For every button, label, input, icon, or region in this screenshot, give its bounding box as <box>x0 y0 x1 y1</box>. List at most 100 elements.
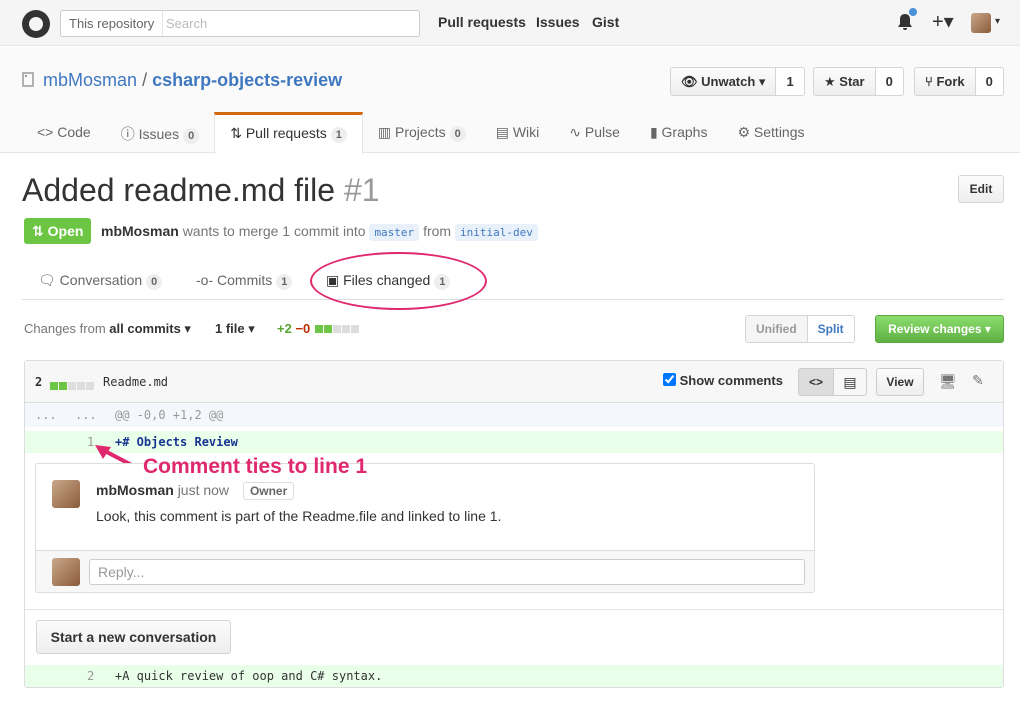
edit-button[interactable]: Edit <box>958 175 1004 203</box>
nav-issues[interactable]: Issues <box>536 14 580 30</box>
issue-icon: ⓘ <box>120 126 135 142</box>
file-diff: 2 Readme.md Show comments <> ▤ View 🖥 ✎ … <box>24 360 1004 688</box>
repo-icon <box>22 72 34 87</box>
show-comments-toggle[interactable]: Show comments <box>663 373 783 388</box>
notifications-bell-icon[interactable] <box>897 8 917 31</box>
unified-button[interactable]: Unified <box>745 315 808 343</box>
tab-commits[interactable]: -o- Commits 1 <box>196 272 293 290</box>
issues-count: 0 <box>183 128 200 144</box>
reply-input[interactable]: Reply... <box>89 559 805 585</box>
reply-area: Reply... <box>36 550 814 592</box>
tab-issues[interactable]: ⓘ Issues 0 <box>106 112 214 154</box>
star-button[interactable]: ★ Star <box>813 67 876 96</box>
tab-conversation[interactable]: 🗨 Conversation 0 <box>38 272 163 290</box>
search-scope-label: This repository <box>61 11 164 36</box>
tab-code[interactable]: <> Code <box>22 112 106 154</box>
pr-number: #1 <box>343 172 380 208</box>
gear-icon: ⚙ <box>737 124 751 140</box>
pulse-icon: ∿ <box>569 124 582 140</box>
line-code-2: +A quick review of oop and C# syntax. <box>115 669 383 683</box>
nav-pull-requests[interactable]: Pull requests <box>438 14 526 30</box>
diff-line-2: 2 +A quick review of oop and C# syntax. <box>25 665 1003 687</box>
additions-count: +2 <box>277 321 292 336</box>
pull-requests-count: 1 <box>330 127 347 143</box>
pr-author[interactable]: mbMosman <box>101 223 179 239</box>
global-header: This repository Search Pull requests Iss… <box>0 0 1020 46</box>
pr-title: Added readme.md file #1 <box>22 172 380 208</box>
tab-projects[interactable]: ▥ Projects 0 <box>363 112 481 154</box>
unwatch-group: 👁 Unwatch ▾ 1 <box>670 67 805 96</box>
reply-avatar <box>52 558 80 586</box>
thread-separator <box>25 609 1003 610</box>
split-button[interactable]: Split <box>807 315 855 343</box>
pr-tabs: 🗨 Conversation 0 -o- Commits 1 ▣ Files cha… <box>22 260 1004 300</box>
star-group: ★ Star 0 <box>813 67 904 96</box>
comment-header: mbMosman just now Owner <box>96 482 295 500</box>
tab-wiki[interactable]: ▤ Wiki <box>481 112 555 154</box>
highlight-circle-annotation <box>310 252 487 310</box>
github-logo-icon[interactable] <box>22 10 50 38</box>
repo-owner-link[interactable]: mbMosman <box>43 70 137 90</box>
tab-pulse[interactable]: ∿ Pulse <box>554 112 635 154</box>
fork-icon: ⑂ <box>925 74 933 89</box>
fork-group: ⑂ Fork 0 <box>914 67 1004 96</box>
watch-count[interactable]: 1 <box>776 67 805 96</box>
head-branch[interactable]: initial-dev <box>454 224 538 241</box>
file-change-count: 2 <box>35 375 43 389</box>
tab-graphs[interactable]: ▮ Graphs <box>635 112 723 154</box>
file-header: 2 Readme.md Show comments <> ▤ View 🖥 ✎ <box>25 361 1003 403</box>
file-name[interactable]: Readme.md <box>103 375 168 389</box>
owner-badge: Owner <box>242 482 295 500</box>
source-diff-button[interactable]: <> <box>798 368 834 396</box>
code-icon: <> <box>37 124 54 140</box>
file-count-selector[interactable]: 1 file ▾ <box>215 321 255 337</box>
avatar-caret-icon[interactable]: ▾ <box>995 16 1000 27</box>
repo-title: mbMosman / csharp-objects-review <box>22 70 342 91</box>
file-diff-stat <box>49 377 94 393</box>
rich-diff-button[interactable]: ▤ <box>833 368 867 396</box>
book-icon: ▤ <box>495 124 509 140</box>
repo-name-link[interactable]: csharp-objects-review <box>152 70 342 90</box>
diff-line-1: 1 +# Objects Review <box>25 431 1003 453</box>
comment-icon: 🗨 <box>38 272 56 288</box>
tab-settings[interactable]: ⚙ Settings <box>722 112 819 154</box>
diff-view-toggle: Unified Split <box>745 315 855 343</box>
review-changes-button[interactable]: Review changes ▾ <box>875 315 1004 343</box>
view-file-button[interactable]: View <box>876 368 924 396</box>
pr-meta: mbMosman wants to merge 1 commit into ma… <box>101 223 538 241</box>
star-icon: ★ <box>824 74 836 89</box>
deletions-count: −0 <box>295 321 311 336</box>
file-icon: ▤ <box>843 374 857 390</box>
nav-gist[interactable]: Gist <box>592 14 619 30</box>
notification-dot <box>909 8 917 16</box>
pencil-icon[interactable]: ✎ <box>972 372 984 389</box>
user-avatar[interactable] <box>971 13 991 33</box>
graph-icon: ▮ <box>649 124 658 140</box>
tab-pull-requests[interactable]: ⇅ Pull requests 1 <box>214 112 363 154</box>
create-new-plus-icon[interactable]: +▾ <box>932 9 954 34</box>
pr-state-badge: ⇅ Open <box>24 218 92 244</box>
projects-count: 0 <box>449 126 466 142</box>
fork-button[interactable]: ⑂ Fork <box>914 67 976 96</box>
fork-count[interactable]: 0 <box>975 67 1004 96</box>
commit-icon: -o- <box>196 272 214 288</box>
base-branch[interactable]: master <box>369 224 420 241</box>
show-comments-checkbox[interactable] <box>663 373 676 386</box>
pull-request-icon: ⇅ <box>32 223 44 239</box>
start-conversation-button[interactable]: Start a new conversation <box>36 620 231 654</box>
annotation-text: Comment ties to line 1 <box>143 455 368 478</box>
repo-nav: <> Code ⓘ Issues 0 ⇅ Pull requests 1 ▥ Pro… <box>22 112 820 154</box>
search-input[interactable]: This repository Search <box>60 10 420 37</box>
star-count[interactable]: 0 <box>875 67 904 96</box>
search-placeholder: Search <box>166 16 208 31</box>
desktop-icon[interactable]: 🖥 <box>939 373 957 390</box>
diff-stats: +2 −0 <box>277 321 359 336</box>
comment-avatar[interactable] <box>52 480 80 508</box>
line-number-2[interactable]: 2 <box>87 669 94 683</box>
repo-separator: / <box>142 70 148 90</box>
comment-author[interactable]: mbMosman <box>96 482 174 498</box>
code-icon: <> <box>808 375 823 389</box>
repo-header: mbMosman / csharp-objects-review 👁 Unwat… <box>0 47 1020 154</box>
unwatch-button[interactable]: 👁 Unwatch ▾ <box>670 67 777 96</box>
changes-from-selector[interactable]: Changes from all commits ▾ <box>24 321 191 337</box>
